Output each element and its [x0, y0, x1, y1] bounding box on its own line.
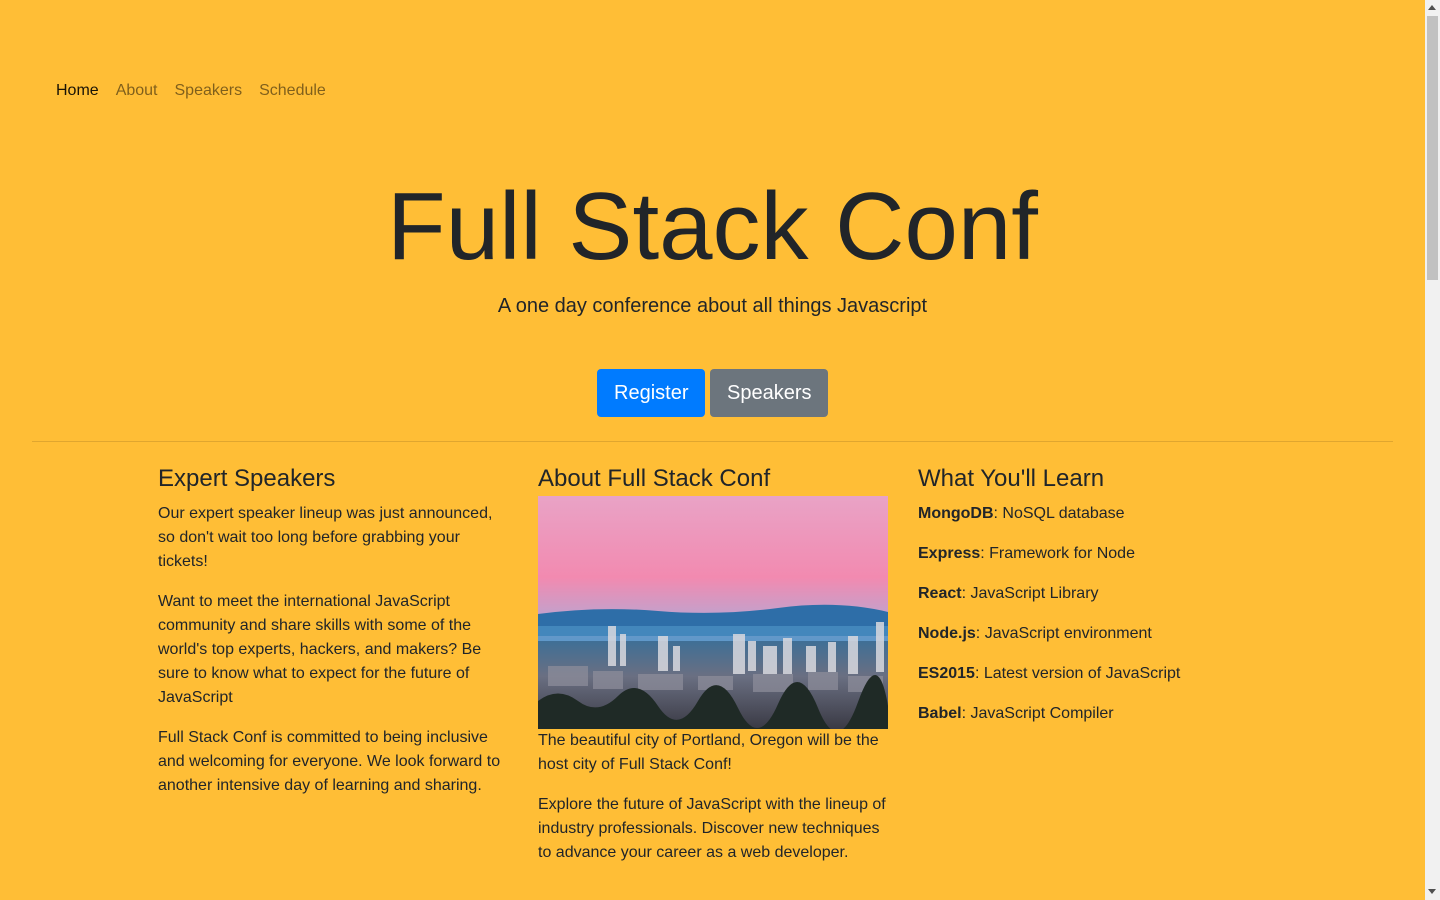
expert-speakers-section: Expert Speakers Our expert speaker lineu… — [158, 464, 508, 814]
about-paragraph: Explore the future of JavaScript with th… — [538, 796, 886, 861]
scrollbar-thumb[interactable] — [1427, 16, 1438, 280]
nav-home-link[interactable]: Home — [56, 81, 99, 101]
learn-item: MongoDB: NoSQL database — [918, 502, 1268, 526]
nav-schedule-link[interactable]: Schedule — [259, 81, 326, 101]
page: Home About Speakers Schedule Full Stack … — [0, 0, 1425, 900]
register-button[interactable]: Register — [597, 369, 705, 417]
learn-term: MongoDB — [918, 505, 994, 522]
scroll-down-arrow-icon[interactable] — [1428, 889, 1436, 894]
learn-term: Node.js — [918, 625, 976, 642]
learn-item: Babel: JavaScript Compiler — [918, 702, 1268, 726]
portland-skyline-image — [538, 496, 888, 729]
learn-term: Express — [918, 545, 981, 562]
learn-term: ES2015 — [918, 665, 975, 682]
learn-item: Express: Framework for Node — [918, 542, 1268, 566]
hero-title: Full Stack Conf — [387, 173, 1038, 280]
learn-term: React — [918, 585, 962, 602]
learn-heading: What You'll Learn — [918, 465, 1105, 492]
learn-desc: : JavaScript Compiler — [961, 705, 1114, 722]
learn-desc: : Latest version of JavaScript — [974, 665, 1181, 682]
learn-term: Babel — [918, 705, 962, 722]
what-youll-learn-section: What You'll Learn MongoDB: NoSQL databas… — [918, 464, 1268, 742]
scroll-up-arrow-icon[interactable] — [1428, 5, 1436, 10]
speakers-paragraph: Our expert speaker lineup was just annou… — [158, 505, 493, 570]
learn-item: ES2015: Latest version of JavaScript — [918, 662, 1268, 686]
hero-buttons: Register Speakers — [597, 369, 828, 417]
learn-desc: : JavaScript environment — [975, 625, 1152, 642]
nav-speakers-link[interactable]: Speakers — [175, 81, 243, 101]
speakers-paragraph: Want to meet the international JavaScrip… — [158, 593, 482, 706]
expert-speakers-heading: Expert Speakers — [158, 465, 336, 492]
speakers-button[interactable]: Speakers — [710, 369, 828, 417]
learn-desc: : JavaScript Library — [961, 585, 1099, 602]
about-heading: About Full Stack Conf — [538, 465, 771, 492]
top-nav: Home About Speakers Schedule — [56, 81, 343, 101]
learn-desc: : NoSQL database — [993, 505, 1125, 522]
speakers-paragraph: Full Stack Conf is committed to being in… — [158, 729, 501, 794]
about-paragraph: The beautiful city of Portland, Oregon w… — [538, 732, 879, 773]
learn-desc: : Framework for Node — [980, 545, 1135, 562]
hero-subtitle: A one day conference about all things Ja… — [497, 295, 928, 317]
section-divider — [32, 441, 1393, 442]
nav-about-link[interactable]: About — [116, 81, 158, 101]
learn-item: Node.js: JavaScript environment — [918, 622, 1268, 646]
about-section: About Full Stack Conf The beautiful city… — [538, 464, 888, 881]
learn-item: React: JavaScript Library — [918, 582, 1268, 606]
